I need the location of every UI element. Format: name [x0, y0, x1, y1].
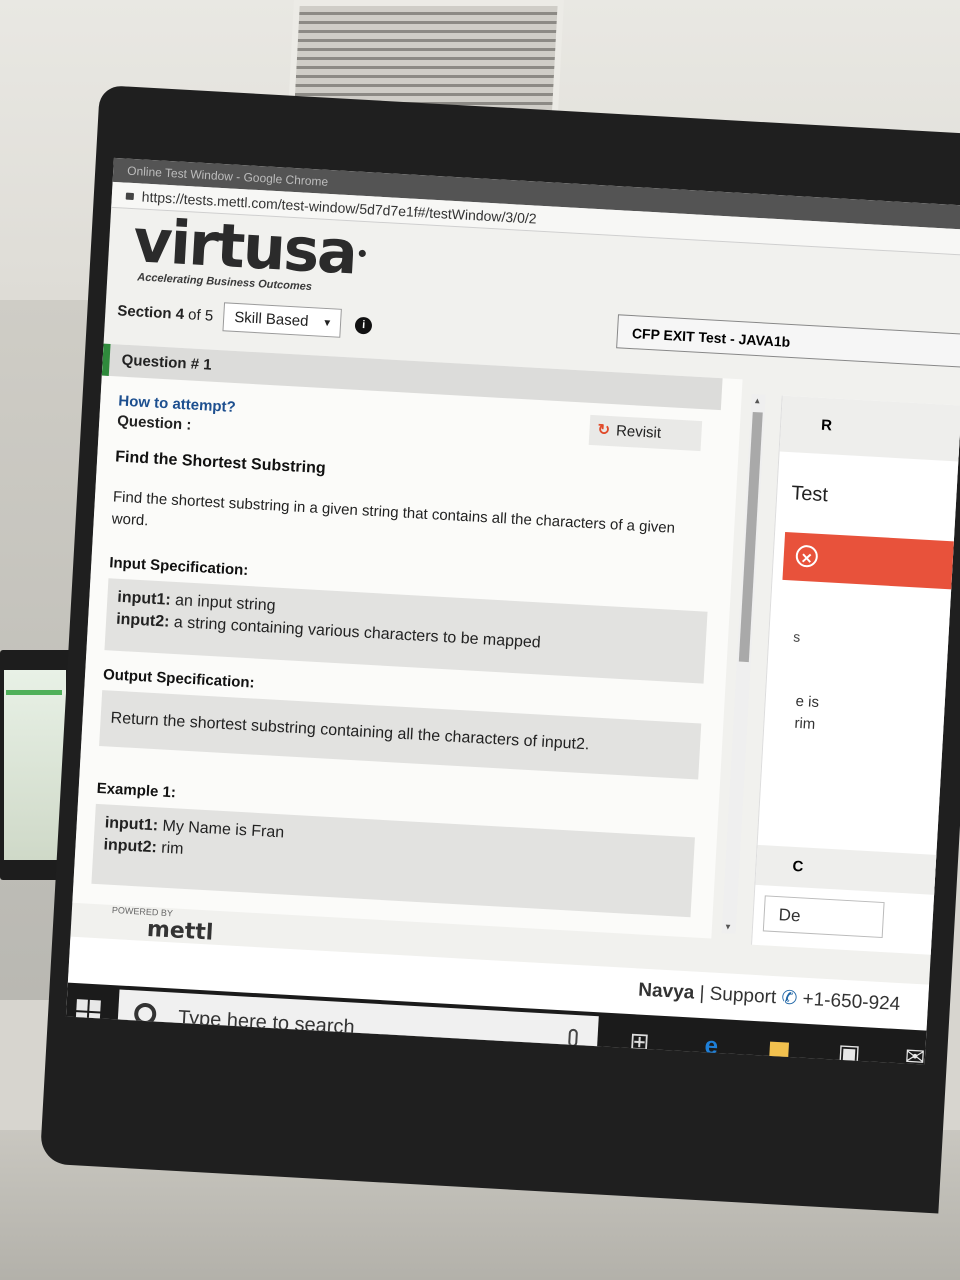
section-current: 4	[175, 305, 185, 324]
phone-icon: ✆	[780, 987, 798, 1010]
monitor-bezel: Online Test Window - Google Chrome https…	[39, 85, 960, 1214]
example-heading: Example 1:	[96, 779, 177, 802]
windows-start-icon[interactable]	[75, 999, 101, 1025]
input-spec-box: input1: an input string input2: a string…	[104, 578, 708, 684]
output-spec-heading: Output Specification:	[102, 666, 256, 692]
microphone-icon[interactable]	[568, 1028, 579, 1048]
screen: Online Test Window - Google Chrome https…	[65, 157, 960, 1065]
mail-icon[interactable]: ✉	[900, 1043, 930, 1064]
scroll-down-icon[interactable]: ▼	[724, 922, 732, 931]
support-phone: +1-650-924	[802, 988, 901, 1016]
error-banner: ✕	[782, 531, 960, 591]
chevron-down-icon: ▼	[321, 317, 333, 330]
lock-icon	[125, 192, 135, 201]
right-panel-test-label: Test	[790, 482, 829, 507]
right-panel-field[interactable]: De	[762, 895, 885, 939]
right-panel-text: e is rim	[793, 692, 820, 733]
question-description: Find the shortest substring in a given s…	[111, 488, 676, 537]
info-icon[interactable]: i	[354, 316, 373, 335]
support-link[interactable]: Support	[709, 983, 777, 1008]
input-spec-heading: Input Specification:	[108, 554, 249, 580]
right-panel: R Test ✕ s e is rim C De	[751, 395, 960, 956]
scrollbar-thumb[interactable]	[738, 411, 763, 663]
cortana-icon	[133, 1002, 157, 1026]
section-dropdown[interactable]: Skill Based ▼	[222, 302, 342, 338]
scroll-up-icon[interactable]: ▲	[753, 396, 761, 405]
question-panel: Question # 1 How to attempt? Question : …	[72, 343, 743, 939]
file-explorer-icon[interactable]: ▆	[764, 1036, 794, 1065]
right-panel-header: R	[779, 395, 960, 463]
test-name-badge: CFP EXIT Test - JAVA1b	[616, 314, 960, 369]
edge-browser-icon[interactable]: e	[697, 1032, 727, 1062]
user-name: Navya	[637, 979, 695, 1004]
store-icon[interactable]: ▣	[834, 1040, 864, 1065]
question-title: Find the Shortest Substring	[114, 448, 327, 478]
task-view-icon[interactable]: ⊞	[625, 1028, 655, 1058]
section-selector-row: Section 4 of 5 Skill Based ▼ i	[117, 296, 373, 339]
question-label: Question :	[116, 412, 192, 434]
section-total: of 5	[187, 306, 214, 325]
powered-by-label: POWERED BY	[111, 904, 174, 919]
right-panel-snippet: s	[792, 628, 801, 645]
output-spec-box: Return the shortest substring containing…	[99, 690, 702, 780]
close-circle-icon[interactable]: ✕	[795, 544, 819, 568]
revisit-button[interactable]: ↻ Revisit	[588, 414, 703, 452]
right-panel-subheader: C	[755, 844, 958, 896]
example-box: input1: My Name is Fran input2: rim	[91, 803, 695, 918]
section-label: Section	[116, 302, 172, 323]
revisit-icon: ↻	[597, 421, 611, 439]
